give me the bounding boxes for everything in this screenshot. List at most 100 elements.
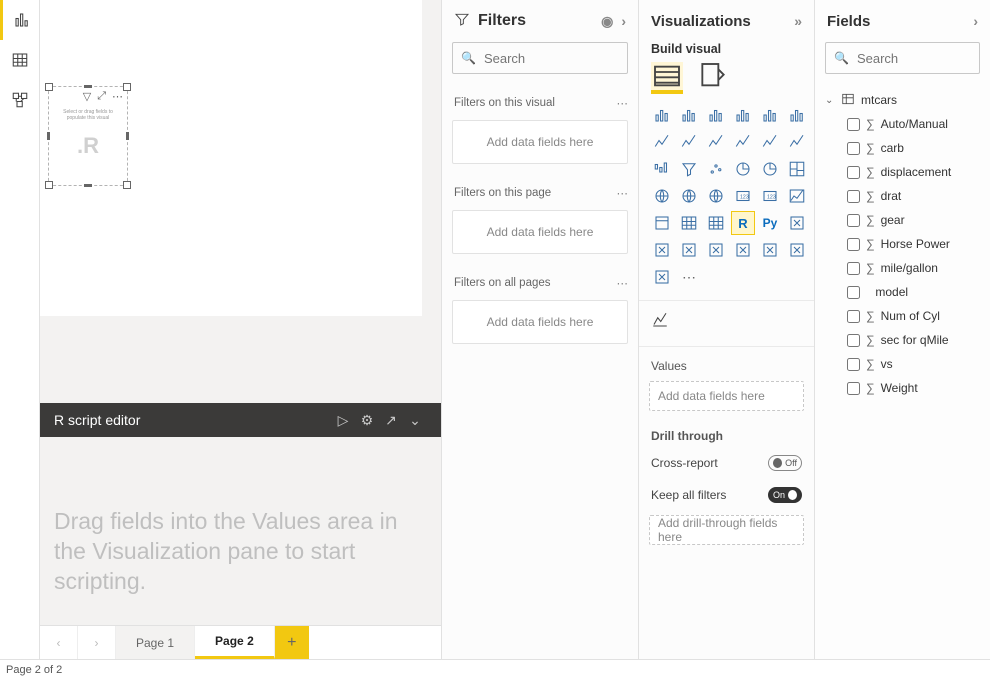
page-tab-1[interactable]: Page 1 [116, 626, 195, 659]
values-dropzone[interactable]: Add data fields here [649, 381, 804, 411]
viz-map[interactable] [651, 185, 673, 207]
viz-Py[interactable]: Py [759, 212, 781, 234]
filter-dropzone[interactable]: Add data fields here [452, 120, 628, 164]
toggle-visibility-icon[interactable]: ◉ [601, 13, 613, 30]
viz-funnel[interactable] [678, 158, 700, 180]
field-checkbox[interactable] [847, 286, 860, 299]
viz-slicer[interactable] [651, 212, 673, 234]
expand-fields-icon[interactable]: › [973, 13, 978, 29]
filter-section-menu[interactable]: ⋯ [617, 186, 629, 200]
viz-table[interactable] [678, 212, 700, 234]
table-node[interactable]: ⌄ mtcars [821, 88, 986, 112]
field-sec-for-qmile[interactable]: ∑sec for qMile [821, 328, 986, 352]
field-checkbox[interactable] [847, 214, 860, 227]
field-drat[interactable]: ∑drat [821, 184, 986, 208]
field-checkbox[interactable] [847, 142, 860, 155]
format-visual-tab[interactable] [697, 62, 729, 94]
viz-pie[interactable] [732, 158, 754, 180]
filter-dropzone[interactable]: Add data fields here [452, 210, 628, 254]
resize-handle-s[interactable] [84, 184, 92, 187]
field-horse-power[interactable]: ∑Horse Power [821, 232, 986, 256]
viz-multi-card[interactable]: 123 [759, 185, 781, 207]
field-checkbox[interactable] [847, 262, 860, 275]
field-mile-gallon[interactable]: ∑mile/gallon [821, 256, 986, 280]
field-auto-manual[interactable]: ∑Auto/Manual [821, 112, 986, 136]
build-visual-tab[interactable] [651, 62, 683, 94]
r-visual-frame[interactable]: ▽ ⤢ ⋯ Select or drag fields to populate … [48, 86, 128, 186]
resize-handle-sw[interactable] [45, 181, 53, 189]
field-checkbox[interactable] [847, 310, 860, 323]
viz-kpi[interactable] [786, 185, 808, 207]
filters-search-input[interactable] [484, 51, 660, 66]
field-displacement[interactable]: ∑displacement [821, 160, 986, 184]
filter-dropzone[interactable]: Add data fields here [452, 300, 628, 344]
viz-qna[interactable] [678, 239, 700, 261]
viz-R[interactable]: R [732, 212, 754, 234]
expand-filters-icon[interactable]: › [621, 13, 626, 29]
report-view-button[interactable] [0, 0, 40, 40]
viz-waterfall[interactable] [651, 158, 673, 180]
viz-narrative[interactable] [705, 239, 727, 261]
field-model[interactable]: model [821, 280, 986, 304]
field-checkbox[interactable] [847, 382, 860, 395]
field-gear[interactable]: ∑gear [821, 208, 986, 232]
viz-stacked-column[interactable] [678, 104, 700, 126]
viz-powerapps[interactable] [786, 239, 808, 261]
collapse-viz-icon[interactable]: » [794, 13, 802, 29]
fields-search[interactable]: 🔍 [825, 42, 980, 74]
viz-card[interactable]: 123 [732, 185, 754, 207]
analytics-tab[interactable] [639, 305, 814, 342]
viz-key-influencers[interactable] [786, 212, 808, 234]
report-page[interactable]: ▽ ⤢ ⋯ Select or drag fields to populate … [40, 0, 422, 316]
resize-handle-nw[interactable] [45, 83, 53, 91]
viz-line-col[interactable] [732, 131, 754, 153]
viz-treemap[interactable] [786, 158, 808, 180]
resize-handle-se[interactable] [123, 181, 131, 189]
field-checkbox[interactable] [847, 334, 860, 347]
viz-100-column[interactable] [786, 104, 808, 126]
viz-matrix[interactable] [705, 212, 727, 234]
field-num-of-cyl[interactable]: ∑Num of Cyl [821, 304, 986, 328]
viz-decomp[interactable] [651, 239, 673, 261]
field-weight[interactable]: ∑Weight [821, 376, 986, 400]
script-settings-icon[interactable]: ⚙ [355, 412, 379, 429]
field-checkbox[interactable] [847, 190, 860, 203]
viz-azure-map[interactable] [705, 185, 727, 207]
viz-area[interactable] [678, 131, 700, 153]
viz-stacked-area[interactable] [705, 131, 727, 153]
viz-stacked-bar[interactable] [651, 104, 673, 126]
viz-donut[interactable] [759, 158, 781, 180]
viz-more[interactable]: ⋯ [678, 266, 700, 288]
viz-100-bar[interactable] [759, 104, 781, 126]
visual-focus-icon[interactable]: ⤢ [97, 90, 106, 103]
field-carb[interactable]: ∑carb [821, 136, 986, 160]
field-checkbox[interactable] [847, 118, 860, 131]
filter-section-menu[interactable]: ⋯ [617, 96, 629, 110]
data-view-button[interactable] [0, 40, 40, 80]
run-script-icon[interactable]: ▷ [331, 412, 355, 429]
field-checkbox[interactable] [847, 358, 860, 371]
resize-handle-ne[interactable] [123, 83, 131, 91]
collapse-script-icon[interactable]: ⌄ [403, 412, 427, 429]
field-checkbox[interactable] [847, 166, 860, 179]
viz-line-col2[interactable] [759, 131, 781, 153]
drillthrough-dropzone[interactable]: Add drill-through fields here [649, 515, 804, 545]
visual-filter-icon[interactable]: ▽ [83, 90, 91, 103]
viz-scatter[interactable] [705, 158, 727, 180]
field-vs[interactable]: ∑vs [821, 352, 986, 376]
keep-filters-toggle[interactable]: On [768, 487, 802, 503]
viz-filled-map[interactable] [678, 185, 700, 207]
filter-section-menu[interactable]: ⋯ [617, 276, 629, 290]
model-view-button[interactable] [0, 80, 40, 120]
viz-paginated[interactable] [732, 239, 754, 261]
filters-search[interactable]: 🔍 [452, 42, 628, 74]
resize-handle-n[interactable] [84, 85, 92, 88]
fields-search-input[interactable] [857, 51, 990, 66]
add-page-button[interactable]: + [275, 626, 309, 659]
viz-line[interactable] [651, 131, 673, 153]
viz-power-automate[interactable] [651, 266, 673, 288]
viz-arcgis[interactable] [759, 239, 781, 261]
prev-page-button[interactable]: ‹ [40, 626, 78, 659]
field-checkbox[interactable] [847, 238, 860, 251]
open-external-icon[interactable]: ↗ [379, 412, 403, 429]
